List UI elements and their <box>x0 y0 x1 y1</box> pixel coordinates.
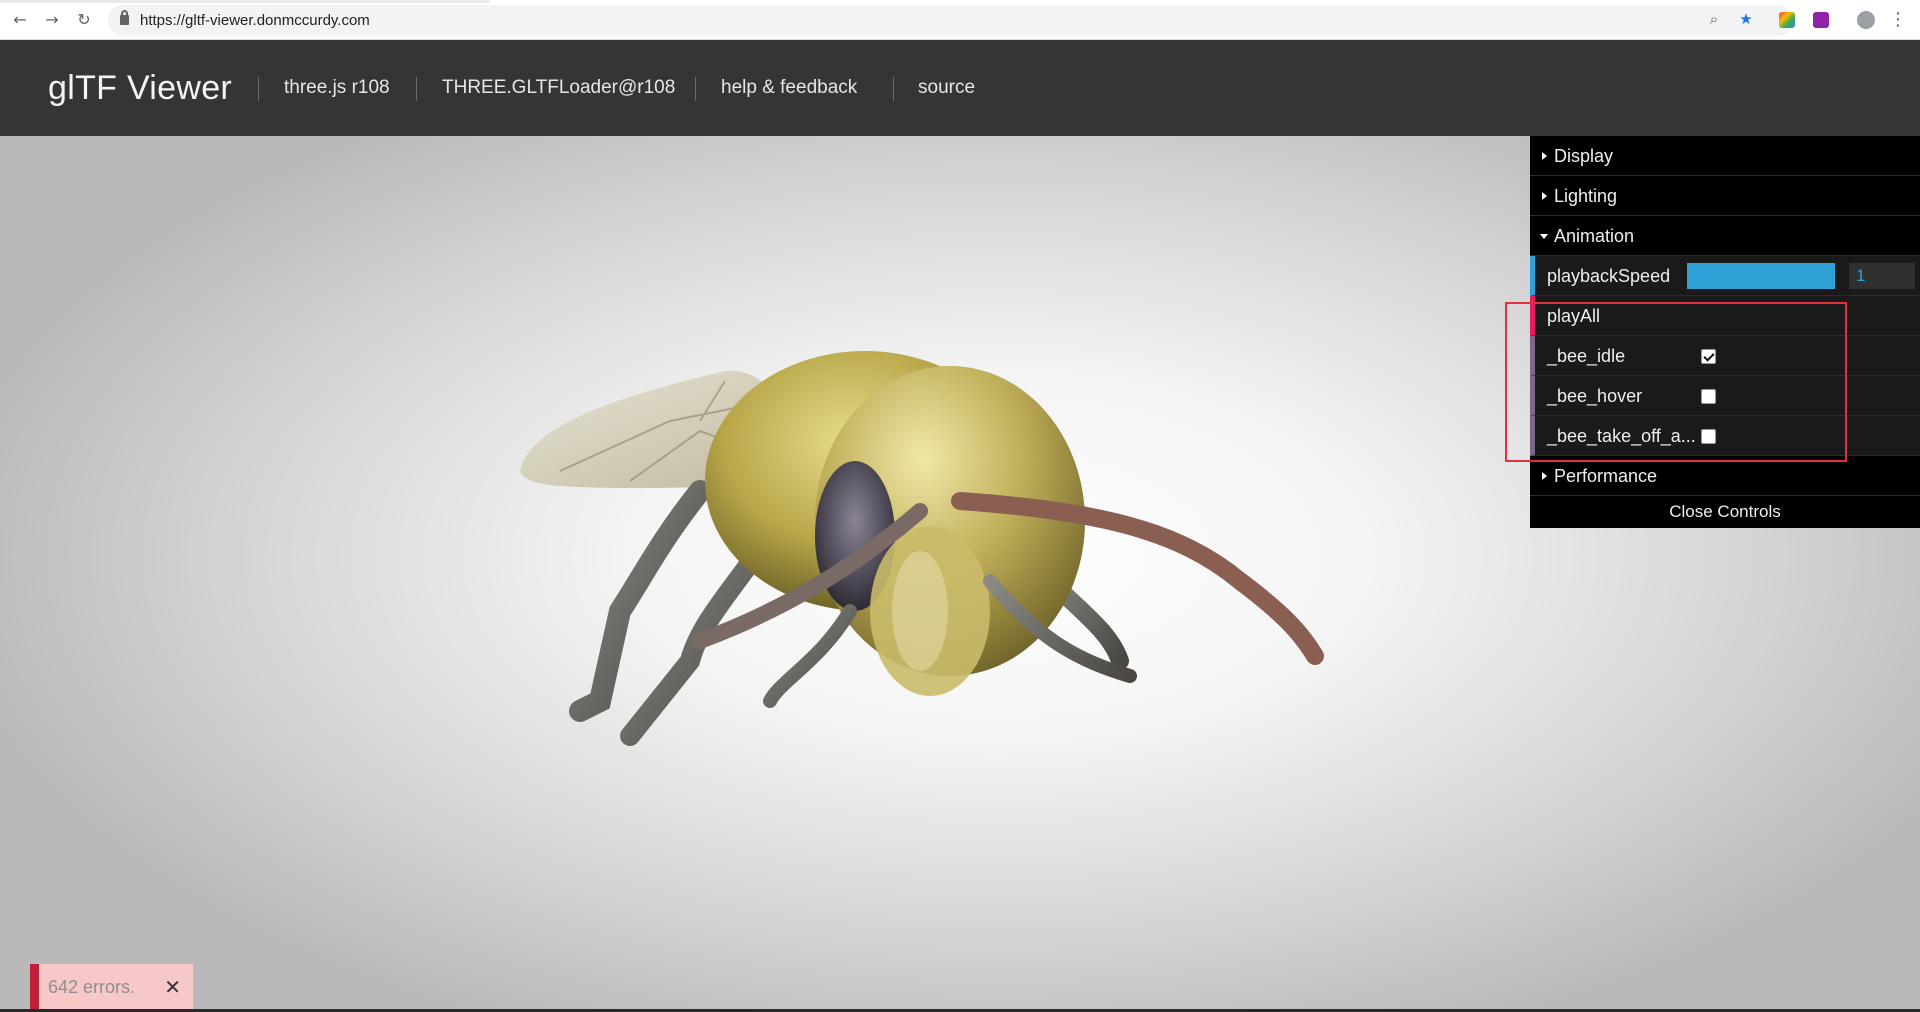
folder-display[interactable]: Display <box>1530 136 1920 176</box>
playback-speed-input[interactable]: 1 <box>1849 263 1915 289</box>
tab-strip-edge <box>0 0 490 3</box>
close-controls-button[interactable]: Close Controls <box>1530 496 1920 528</box>
clip-row-bee-hover: _bee_hover <box>1530 376 1920 416</box>
nav-link-help-feedback[interactable]: help & feedback <box>721 40 857 136</box>
extension-icon[interactable] <box>1779 12 1795 28</box>
site-header: glTF Viewer three.js r108 THREE.GLTFLoad… <box>0 40 1920 136</box>
lock-icon <box>120 10 129 25</box>
nav-divider <box>258 77 259 101</box>
nav-link-source[interactable]: source <box>918 40 975 136</box>
collapsed-caret-icon <box>1542 192 1547 200</box>
address-bar[interactable]: https://gltf-viewer.donmccurdy.com ⌕ ★ <box>108 5 1793 36</box>
nav-link-threejs[interactable]: three.js r108 <box>284 40 390 136</box>
nav-divider <box>695 77 696 101</box>
url-text[interactable]: https://gltf-viewer.donmccurdy.com <box>140 5 370 36</box>
playback-speed-slider-fill <box>1687 263 1835 289</box>
playback-speed-slider[interactable] <box>1687 263 1835 289</box>
folder-performance[interactable]: Performance <box>1530 456 1920 496</box>
folder-performance-label: Performance <box>1554 466 1658 486</box>
play-all-label: playAll <box>1547 306 1601 326</box>
browser-toolbar: ← → ↻ https://gltf-viewer.donmccurdy.com… <box>0 0 1920 40</box>
clip-row-bee-take-off: _bee_take_off_a... <box>1530 416 1920 456</box>
nav-divider <box>893 77 894 101</box>
extension-icon[interactable] <box>1813 12 1829 28</box>
clip-row-bee-idle: _bee_idle <box>1530 336 1920 376</box>
expanded-caret-icon <box>1540 234 1548 239</box>
reload-icon[interactable]: ↻ <box>72 8 96 32</box>
folder-lighting-label: Lighting <box>1554 186 1618 206</box>
close-icon[interactable]: ✕ <box>164 964 181 1010</box>
play-all-button[interactable]: playAll <box>1530 296 1920 336</box>
folder-animation-label: Animation <box>1554 226 1635 246</box>
folder-display-label: Display <box>1554 146 1614 166</box>
bookmark-star-icon[interactable]: ★ <box>1735 9 1757 31</box>
back-icon[interactable]: ← <box>8 8 32 32</box>
collapsed-caret-icon <box>1542 472 1547 480</box>
profile-avatar-icon[interactable] <box>1857 11 1875 29</box>
nav-divider <box>416 77 417 101</box>
folder-lighting[interactable]: Lighting <box>1530 176 1920 216</box>
controls-panel: Display Lighting Animation playbackSpeed… <box>1530 136 1920 528</box>
clip-checkbox-bee-idle[interactable] <box>1701 349 1716 364</box>
bee-model-render[interactable] <box>520 281 1540 861</box>
clip-label: _bee_take_off_a... <box>1547 426 1696 446</box>
error-toast: 642 errors. ✕ <box>30 964 193 1010</box>
clip-checkbox-bee-hover[interactable] <box>1701 389 1716 404</box>
playback-speed-row: playbackSpeed 1 <box>1530 256 1920 296</box>
folder-animation[interactable]: Animation <box>1530 216 1920 256</box>
zoom-icon[interactable]: ⌕ <box>1703 9 1725 31</box>
site-title[interactable]: glTF Viewer <box>48 40 232 136</box>
collapsed-caret-icon <box>1542 152 1547 160</box>
clip-checkbox-bee-take-off[interactable] <box>1701 429 1716 444</box>
playback-speed-label: playbackSpeed <box>1547 266 1671 286</box>
clip-label: _bee_hover <box>1547 386 1643 406</box>
chrome-menu-icon[interactable]: ⋮ <box>1886 8 1910 32</box>
error-message: 642 errors. <box>48 977 136 997</box>
nav-link-gltfloader[interactable]: THREE.GLTFLoader@r108 <box>442 40 675 136</box>
clip-label: _bee_idle <box>1547 346 1626 366</box>
forward-icon[interactable]: → <box>40 8 64 32</box>
